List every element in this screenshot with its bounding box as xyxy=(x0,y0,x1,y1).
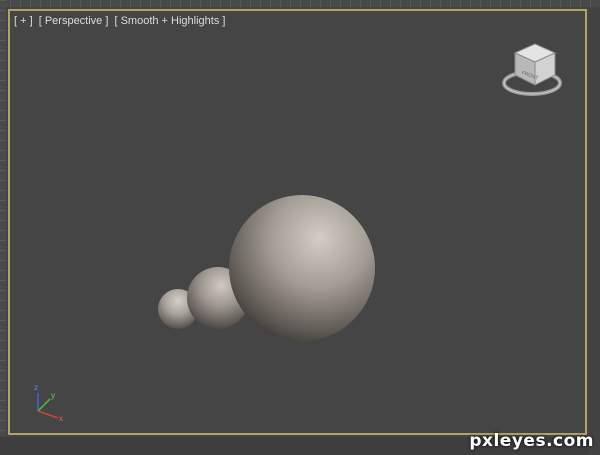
axis-y-label: y xyxy=(51,391,55,400)
sphere-large[interactable] xyxy=(229,195,375,341)
top-ruler xyxy=(0,0,600,7)
perspective-viewport[interactable]: [ + ] [ Perspective ] [ Smooth + Highlig… xyxy=(8,9,587,435)
viewcube-icon[interactable]: FRONT xyxy=(502,43,562,96)
axis-gizmo: z y x xyxy=(34,383,63,423)
axis-x-label: x xyxy=(59,414,63,423)
left-ruler xyxy=(0,0,6,455)
right-strip xyxy=(589,9,600,455)
axis-z-label: z xyxy=(34,383,38,392)
scene-canvas[interactable]: FRONT z y x xyxy=(10,11,585,433)
watermark-text: pxleyes.com xyxy=(469,431,594,451)
